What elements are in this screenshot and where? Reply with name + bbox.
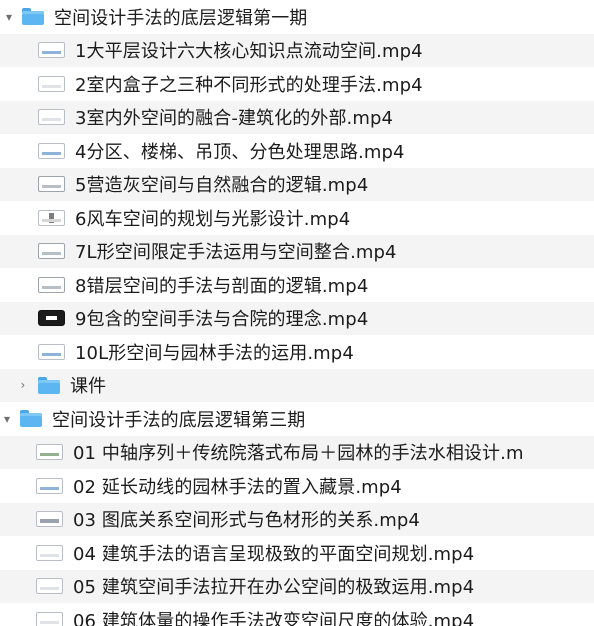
video-thumb-icon — [38, 42, 65, 59]
folder-icon — [22, 8, 44, 26]
file-row[interactable]: 01 中轴序列＋传统院落式布局＋园林的手法水相设计.m — [0, 435, 594, 469]
file-name: 02 延长动线的园林手法的置入藏景.mp4 — [73, 476, 402, 498]
file-row[interactable]: 06 建筑体量的操作手法改变空间尺度的体验.mp4 — [0, 603, 594, 626]
file-name: 6风车空间的规划与光影设计.mp4 — [75, 208, 351, 230]
video-thumb-icon — [38, 209, 65, 226]
file-row[interactable]: 8错层空间的手法与剖面的逻辑.mp4 — [0, 268, 594, 302]
folder-row-third-period[interactable]: ▾ 空间设计手法的底层逻辑第三期 — [0, 402, 594, 436]
file-row[interactable]: 5营造灰空间与自然融合的逻辑.mp4 — [0, 167, 594, 201]
file-name: 4分区、楼梯、吊顶、分色处理思路.mp4 — [75, 141, 405, 163]
video-thumb-icon — [38, 343, 65, 360]
file-name: 8错层空间的手法与剖面的逻辑.mp4 — [75, 275, 369, 297]
file-name: 10L形空间与园林手法的运用.mp4 — [75, 342, 354, 364]
chevron-right-icon[interactable]: › — [16, 378, 30, 392]
video-thumb-icon — [36, 477, 63, 494]
file-name: 06 建筑体量的操作手法改变空间尺度的体验.mp4 — [73, 610, 475, 626]
file-name: 7L形空间限定手法运用与空间整合.mp4 — [75, 242, 397, 264]
file-row[interactable]: 7L形空间限定手法运用与空间整合.mp4 — [0, 234, 594, 268]
folder-icon — [38, 376, 60, 394]
file-row[interactable]: 10L形空间与园林手法的运用.mp4 — [0, 335, 594, 369]
video-thumb-icon — [36, 444, 63, 461]
video-thumb-icon — [38, 75, 65, 92]
video-thumb-icon — [38, 109, 65, 126]
video-thumb-icon — [36, 578, 63, 595]
folder-name: 空间设计手法的底层逻辑第三期 — [52, 409, 306, 431]
file-name: 2室内盒子之三种不同形式的处理手法.mp4 — [75, 74, 423, 96]
file-name: 04 建筑手法的语言呈现极致的平面空间规划.mp4 — [73, 543, 475, 565]
file-row[interactable]: 9包含的空间手法与合院的理念.mp4 — [0, 301, 594, 335]
subfolder-row[interactable]: › 课件 — [0, 368, 594, 402]
file-name: 05 建筑空间手法拉开在办公空间的极致运用.mp4 — [73, 577, 475, 599]
file-name: 01 中轴序列＋传统院落式布局＋园林的手法水相设计.m — [73, 443, 524, 465]
file-name: 9包含的空间手法与合院的理念.mp4 — [75, 309, 369, 331]
file-row[interactable]: 05 建筑空间手法拉开在办公空间的极致运用.mp4 — [0, 569, 594, 603]
file-name: 1大平层设计六大核心知识点流动空间.mp4 — [75, 41, 423, 63]
video-thumb-icon — [38, 142, 65, 159]
file-name: 5营造灰空间与自然融合的逻辑.mp4 — [75, 175, 369, 197]
chevron-down-icon[interactable]: ▾ — [2, 10, 16, 24]
file-row[interactable]: 04 建筑手法的语言呈现极致的平面空间规划.mp4 — [0, 536, 594, 570]
video-thumb-icon — [38, 176, 65, 193]
file-row[interactable]: 4分区、楼梯、吊顶、分色处理思路.mp4 — [0, 134, 594, 168]
folder-name: 课件 — [70, 376, 107, 398]
video-thumb-icon — [38, 243, 65, 260]
folder-name: 空间设计手法的底层逻辑第一期 — [54, 7, 308, 29]
file-name: 03 图底关系空间形式与色材形的关系.mp4 — [73, 510, 420, 532]
file-row[interactable]: 1大平层设计六大核心知识点流动空间.mp4 — [0, 33, 594, 67]
file-row[interactable]: 03 图底关系空间形式与色材形的关系.mp4 — [0, 502, 594, 536]
video-thumb-icon — [36, 544, 63, 561]
file-row[interactable]: 6风车空间的规划与光影设计.mp4 — [0, 201, 594, 235]
file-row[interactable]: 02 延长动线的园林手法的置入藏景.mp4 — [0, 469, 594, 503]
file-row[interactable]: 2室内盒子之三种不同形式的处理手法.mp4 — [0, 67, 594, 101]
video-thumb-icon — [38, 276, 65, 293]
file-name: 3室内外空间的融合-建筑化的外部.mp4 — [75, 108, 394, 130]
folder-icon — [20, 410, 42, 428]
video-thumb-dark-icon — [38, 310, 65, 327]
chevron-down-icon[interactable]: ▾ — [0, 412, 14, 426]
file-row[interactable]: 3室内外空间的融合-建筑化的外部.mp4 — [0, 100, 594, 134]
video-thumb-icon — [36, 511, 63, 528]
file-list: ▾ 空间设计手法的底层逻辑第一期 1大平层设计六大核心知识点流动空间.mp4 2… — [0, 0, 594, 626]
folder-row-first-period[interactable]: ▾ 空间设计手法的底层逻辑第一期 — [0, 0, 594, 34]
video-thumb-icon — [36, 611, 63, 626]
